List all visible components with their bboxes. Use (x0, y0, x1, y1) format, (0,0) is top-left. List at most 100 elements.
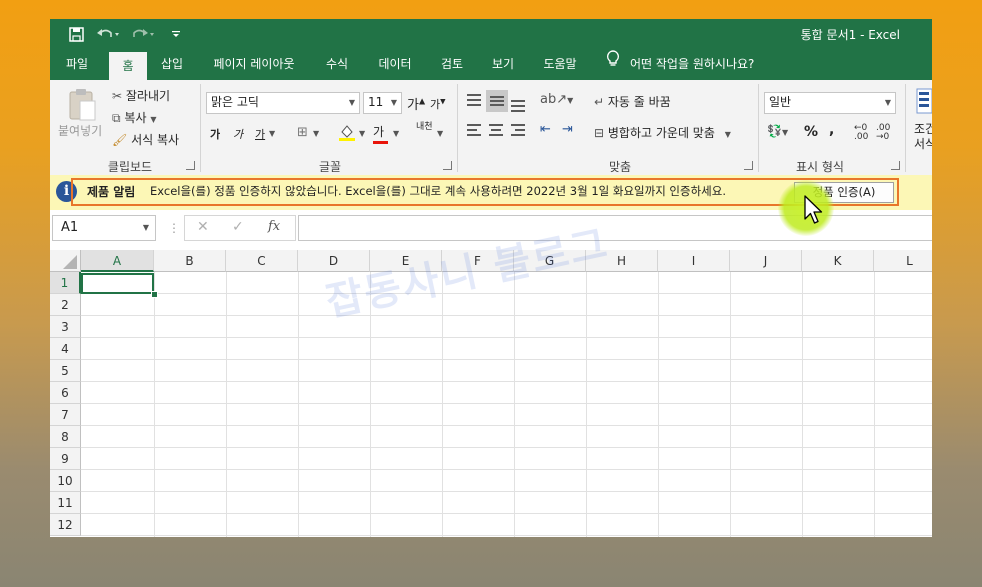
tab-file[interactable]: 파일 (55, 49, 99, 80)
divider (200, 84, 201, 172)
accounting-format-icon[interactable]: 💱▼ (767, 124, 788, 138)
cut-button[interactable]: ✂ 잘라내기 (112, 87, 170, 104)
gridline (81, 293, 932, 294)
underline-button[interactable]: 가 (255, 126, 265, 142)
row-header[interactable]: 2 (50, 294, 81, 316)
increase-decimal-icon[interactable]: ←0.00 (854, 124, 868, 142)
number-format-value: 일반 (769, 95, 792, 109)
tell-me-box[interactable]: 어떤 작업을 원하시나요? (606, 49, 754, 80)
column-header[interactable]: B (154, 250, 226, 272)
alignment-launcher-icon[interactable] (744, 161, 753, 170)
fill-handle[interactable] (151, 291, 158, 298)
decrease-indent-icon[interactable]: ⇤ (540, 122, 551, 137)
row-header[interactable]: 4 (50, 338, 81, 360)
gridline (81, 469, 932, 470)
column-header[interactable]: A (81, 250, 154, 272)
font-size-select[interactable]: 11 ▼ (363, 92, 402, 114)
wrap-text-icon: ↵ (594, 95, 605, 109)
notice-title: 제품 알림 (87, 185, 136, 199)
decrease-decimal-icon[interactable]: .00 →0 (876, 124, 890, 142)
tab-review[interactable]: 검토 (432, 49, 472, 80)
undo-icon[interactable] (95, 25, 121, 43)
row-header[interactable]: 12 (50, 514, 81, 536)
enter-icon[interactable]: ✓ (232, 219, 244, 235)
gridline (81, 425, 932, 426)
font-name-select[interactable]: 맑은 고딕 ▼ (206, 92, 360, 114)
merge-center-button[interactable]: ⊟ 병합하고 가운데 맞춤 ▼ (594, 124, 731, 141)
row-header[interactable]: 6 (50, 382, 81, 404)
italic-button[interactable]: 가 (233, 126, 243, 142)
percent-button[interactable]: % (804, 124, 818, 140)
border-icon[interactable]: ⊞ (297, 125, 308, 140)
font-group-label: 글꼴 (318, 160, 342, 174)
increase-font-icon[interactable]: 가▲ (407, 94, 425, 113)
column-header[interactable]: C (226, 250, 298, 272)
row-header[interactable]: 11 (50, 492, 81, 514)
customize-qat-icon[interactable] (170, 25, 182, 43)
column-header[interactable]: L (874, 250, 932, 272)
paste-button-label[interactable]: 붙여넣기 (58, 122, 102, 139)
bold-button[interactable]: 가 (210, 126, 220, 142)
gridline (81, 491, 932, 492)
gridline (81, 359, 932, 360)
wrap-text-button[interactable]: ↵ 자동 줄 바꿈 (594, 93, 671, 110)
tab-help[interactable]: 도움말 (534, 49, 586, 80)
chevron-down-icon[interactable]: ▼ (313, 129, 319, 138)
row-header[interactable]: 1 (50, 272, 81, 294)
tab-home[interactable]: 홈 (109, 52, 147, 80)
more-options-icon[interactable]: ⋮ (168, 221, 180, 235)
row-header[interactable]: 5 (50, 360, 81, 382)
column-header[interactable]: K (802, 250, 874, 272)
increase-indent-icon[interactable]: ⇥ (562, 122, 573, 137)
chevron-down-icon[interactable]: ▼ (359, 129, 365, 138)
clipboard-group-label: 클립보드 (107, 160, 153, 174)
text-orientation-icon[interactable]: ab↗▼ (540, 92, 573, 107)
font-color-swatch (373, 141, 388, 144)
font-size-value: 11 (368, 95, 384, 109)
active-cell[interactable] (81, 273, 154, 294)
conditional-format-icon[interactable] (916, 88, 932, 117)
name-box[interactable]: A1 ▼ (52, 215, 156, 241)
row-header[interactable]: 3 (50, 316, 81, 338)
decrease-font-icon[interactable]: 가▼ (430, 96, 446, 112)
number-launcher-icon[interactable] (891, 161, 900, 170)
divider (457, 84, 458, 172)
tab-formulas[interactable]: 수식 (316, 49, 358, 80)
phonetic-button[interactable]: 내천 (416, 123, 433, 132)
save-icon[interactable] (67, 25, 85, 43)
insert-function-icon[interactable]: fx (268, 219, 280, 234)
tab-view[interactable]: 보기 (483, 49, 523, 80)
chevron-down-icon[interactable]: ▼ (437, 129, 443, 138)
fill-color-icon[interactable] (338, 123, 356, 144)
clipboard-launcher-icon[interactable] (186, 161, 195, 170)
font-launcher-icon[interactable] (443, 161, 452, 170)
number-format-select[interactable]: 일반 ▼ (764, 92, 896, 114)
align-middle-icon[interactable] (486, 90, 508, 112)
font-name-value: 맑은 고딕 (211, 95, 259, 109)
formula-input[interactable] (298, 215, 932, 241)
tab-data[interactable]: 데이터 (369, 49, 421, 80)
row-header[interactable]: 7 (50, 404, 81, 426)
comma-button[interactable]: , (829, 122, 834, 138)
column-header[interactable]: J (730, 250, 802, 272)
tab-page-layout[interactable]: 페이지 레이아웃 (203, 49, 305, 80)
row-header[interactable]: 9 (50, 448, 81, 470)
conditional-format-label-2[interactable]: 서식 (914, 135, 932, 152)
divider (758, 84, 759, 172)
gridline (226, 272, 227, 537)
redo-icon[interactable] (130, 25, 156, 43)
paste-icon[interactable] (60, 86, 104, 124)
row-header[interactable]: 10 (50, 470, 81, 492)
tab-insert[interactable]: 삽입 (152, 49, 192, 80)
number-group-label: 표시 형식 (796, 160, 844, 174)
chevron-down-icon[interactable]: ▼ (393, 129, 399, 138)
copy-button[interactable]: ⧉ 복사 ▼ (112, 109, 156, 126)
format-painter-button[interactable]: 🖌 서식 복사 (112, 131, 179, 148)
chevron-down-icon[interactable]: ▼ (269, 129, 275, 138)
select-all-button[interactable] (50, 250, 81, 272)
column-header[interactable]: I (658, 250, 730, 272)
lightbulb-icon (606, 49, 620, 80)
cancel-icon[interactable]: ✕ (197, 219, 209, 235)
row-header[interactable]: 8 (50, 426, 81, 448)
font-color-button[interactable]: 가 (373, 123, 388, 144)
